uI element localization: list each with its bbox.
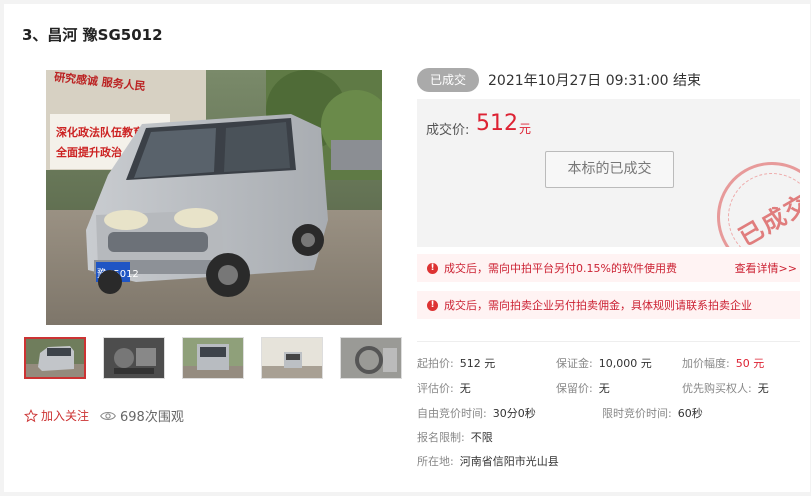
status-badge: 已成交 bbox=[417, 68, 479, 92]
appraisal-value: 无 bbox=[459, 382, 471, 395]
thumb-rear-image bbox=[183, 338, 243, 378]
reserve: 保留价: 无 bbox=[556, 380, 610, 396]
increment-value: 50 元 bbox=[735, 357, 765, 370]
thumb-interior-image bbox=[341, 338, 401, 378]
view-count: 698次围观 bbox=[100, 406, 184, 425]
start-price: 起拍价: 512 元 bbox=[417, 355, 495, 371]
star-icon bbox=[24, 408, 38, 422]
registration-limit: 报名限制: 不限 bbox=[417, 429, 493, 445]
closed-button[interactable]: 本标的已成交 bbox=[545, 151, 674, 188]
notice-text: 成交后，需向拍卖企业另付拍卖佣金，具体规则请联系拍卖企业 bbox=[444, 299, 752, 312]
divider bbox=[417, 341, 800, 342]
stamp-text: 已成交 bbox=[734, 188, 800, 247]
view-details-link[interactable]: 查看详情>> bbox=[735, 260, 797, 276]
thumb-side-image bbox=[262, 338, 322, 378]
price-value: 512 bbox=[476, 111, 518, 136]
timed-bid-label: 限时竞价时间: bbox=[602, 407, 672, 420]
start-price-label: 起拍价: bbox=[417, 357, 454, 370]
follow-button[interactable]: 加入关注 bbox=[24, 407, 89, 424]
alert-icon: ! bbox=[427, 299, 438, 311]
lot-card: 3、昌河 豫SG5012 研究感诚 服务人民 深化政法队伍教育整 全面提升政治 … bbox=[4, 4, 810, 492]
price-label: 成交价: bbox=[426, 123, 470, 138]
price-panel: 成交价: 512 元 本标的已成交 已成交 bbox=[417, 99, 800, 247]
price-unit: 元 bbox=[519, 122, 532, 136]
notice-software-fee: ! 成交后，需向中拍平台另付0.15%的软件使用费 查看详情>> bbox=[417, 254, 800, 282]
notice-commission: ! 成交后，需向拍卖企业另付拍卖佣金，具体规则请联系拍卖企业 bbox=[417, 291, 800, 319]
van-photo: 研究感诚 服务人民 深化政法队伍教育整 全面提升政治 豫S5012 bbox=[46, 70, 382, 325]
location-value: 河南省信阳市光山县 bbox=[459, 455, 559, 468]
free-bid-label: 自由竞价时间: bbox=[417, 407, 487, 420]
timed-bid-time: 限时竞价时间: 60秒 bbox=[602, 405, 703, 421]
appraisal: 评估价: 无 bbox=[417, 380, 471, 396]
banner-line-2: 全面提升政治 bbox=[55, 145, 122, 159]
free-bid-time: 自由竞价时间: 30分0秒 bbox=[417, 405, 536, 421]
deposit-value: 10,000 元 bbox=[598, 357, 652, 370]
free-bid-value: 30分0秒 bbox=[492, 407, 536, 420]
priority-label: 优先购买权人: bbox=[682, 382, 752, 395]
registration-label: 报名限制: bbox=[417, 431, 465, 444]
main-photo[interactable]: 研究感诚 服务人民 深化政法队伍教育整 全面提升政治 豫S5012 bbox=[46, 70, 382, 325]
lot-title: 3、昌河 豫SG5012 bbox=[22, 26, 163, 44]
thumbnail-strip bbox=[24, 337, 404, 383]
start-price-value: 512 元 bbox=[459, 357, 496, 370]
appraisal-label: 评估价: bbox=[417, 382, 454, 395]
location: 所在地: 河南省信阳市光山县 bbox=[417, 453, 559, 469]
follow-label: 加入关注 bbox=[41, 409, 90, 423]
priority-value: 无 bbox=[757, 382, 769, 395]
registration-value: 不限 bbox=[470, 431, 493, 444]
sold-stamp: 已成交 bbox=[696, 141, 800, 247]
deposit: 保证金: 10,000 元 bbox=[556, 355, 652, 371]
increment-label: 加价幅度: bbox=[682, 357, 730, 370]
alert-icon: ! bbox=[427, 262, 438, 274]
thumbnail-2[interactable] bbox=[103, 337, 165, 379]
increment: 加价幅度: 50 元 bbox=[682, 355, 764, 371]
thumbnail-1[interactable] bbox=[24, 337, 86, 379]
views-label: 698次围观 bbox=[120, 410, 184, 425]
location-label: 所在地: bbox=[417, 455, 454, 468]
thumb-front-image bbox=[26, 339, 84, 377]
thumbnail-5[interactable] bbox=[340, 337, 402, 379]
deposit-label: 保证金: bbox=[556, 357, 593, 370]
end-time: 2021年10月27日 09:31:00 结束 bbox=[488, 73, 702, 89]
thumb-engine-image bbox=[104, 338, 164, 378]
notice-text: 成交后，需向中拍平台另付0.15%的软件使用费 bbox=[444, 262, 677, 275]
thumbnail-3[interactable] bbox=[182, 337, 244, 379]
eye-icon bbox=[100, 411, 116, 420]
priority-buyer: 优先购买权人: 无 bbox=[682, 380, 769, 396]
reserve-value: 无 bbox=[598, 382, 610, 395]
timed-bid-value: 60秒 bbox=[677, 407, 703, 420]
thumbnail-4[interactable] bbox=[261, 337, 323, 379]
reserve-label: 保留价: bbox=[556, 382, 593, 395]
